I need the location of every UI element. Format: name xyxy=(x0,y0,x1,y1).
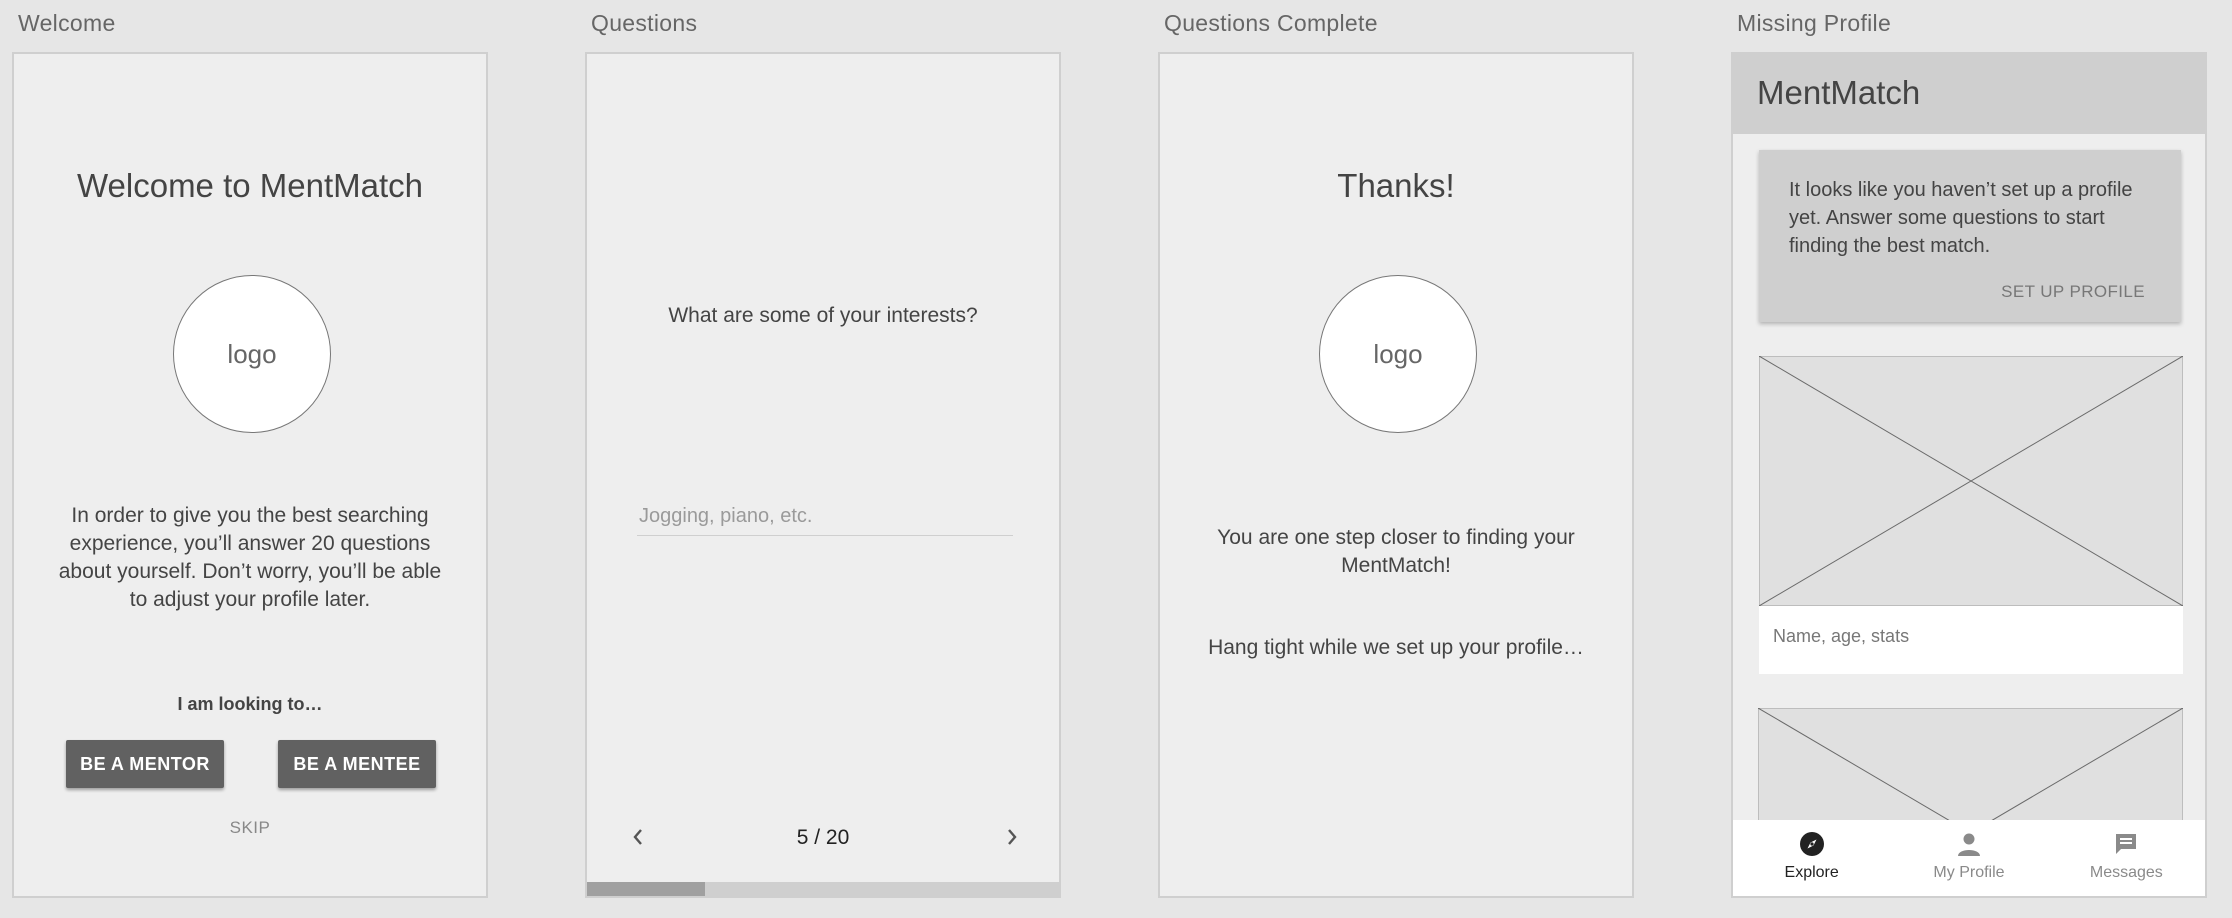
artboard-title-questions: Questions xyxy=(591,10,698,36)
image-placeholder-icon xyxy=(1759,356,2183,606)
artboard-title-welcome: Welcome xyxy=(18,10,116,36)
question-counter: 5 / 20 xyxy=(796,826,850,849)
logo-text: logo xyxy=(227,338,277,369)
setup-wait-message: Hang tight while we set up your profile… xyxy=(1208,636,1584,659)
app-title: MentMatch xyxy=(1757,74,1921,111)
logo-placeholder: logo xyxy=(1319,275,1477,433)
notice-text: It looks like you haven’t set up a profi… xyxy=(1789,179,2133,257)
questions-progress-bar xyxy=(587,882,1059,896)
nav-item-messages[interactable]: Messages xyxy=(2048,820,2205,896)
logo-text: logo xyxy=(1373,338,1423,369)
questions-complete-screen: Thanks! logo You are one step closer to … xyxy=(1158,52,1634,898)
missing-profile-notice-card: It looks like you haven’t set up a profi… xyxy=(1759,150,2181,322)
chevron-right-icon xyxy=(1008,829,1017,845)
interests-input[interactable] xyxy=(637,498,1013,536)
completion-message: You are one step closer to finding your … xyxy=(1217,526,1575,577)
nav-label-my-profile: My Profile xyxy=(1933,864,2005,881)
nav-label-explore: Explore xyxy=(1784,864,1839,881)
message-icon xyxy=(2112,830,2140,858)
be-a-mentee-button[interactable]: BE A MENTEE xyxy=(278,740,436,788)
set-up-profile-button[interactable]: SET UP PROFILE xyxy=(2001,282,2145,302)
next-question-button[interactable] xyxy=(997,822,1027,852)
person-icon xyxy=(1955,830,1983,858)
card-caption: Name, age, stats xyxy=(1773,626,1910,646)
app-bar: MentMatch xyxy=(1733,54,2205,134)
compass-icon xyxy=(1798,830,1826,858)
looking-to-label: I am looking to… xyxy=(177,694,323,714)
skip-link[interactable]: SKIP xyxy=(14,818,486,838)
questions-screen: What are some of your interests? 5 / 20 xyxy=(585,52,1061,898)
welcome-screen: Welcome to MentMatch logo In order to gi… xyxy=(12,52,488,898)
artboard-title-missing-profile: Missing Profile xyxy=(1737,10,1892,36)
profile-card[interactable]: Name, age, stats xyxy=(1759,356,2183,674)
logo-placeholder: logo xyxy=(173,275,331,433)
nav-label-messages: Messages xyxy=(2089,864,2163,881)
be-a-mentor-button[interactable]: BE A MENTOR xyxy=(66,740,224,788)
nav-item-explore[interactable]: Explore xyxy=(1733,820,1890,896)
missing-profile-screen: MentMatch It looks like you haven’t set … xyxy=(1731,52,2207,898)
thanks-heading: Thanks! xyxy=(1337,167,1455,204)
welcome-heading: Welcome to MentMatch xyxy=(76,167,424,204)
nav-item-my-profile[interactable]: My Profile xyxy=(1890,820,2047,896)
bottom-navigation: Explore My Profile Messages xyxy=(1733,820,2205,896)
artboard-title-questions-complete: Questions Complete xyxy=(1164,10,1378,36)
question-text: What are some of your interests? xyxy=(668,304,978,327)
welcome-intro-text: In order to give you the best searching … xyxy=(58,504,442,611)
progress-fill xyxy=(587,882,705,896)
